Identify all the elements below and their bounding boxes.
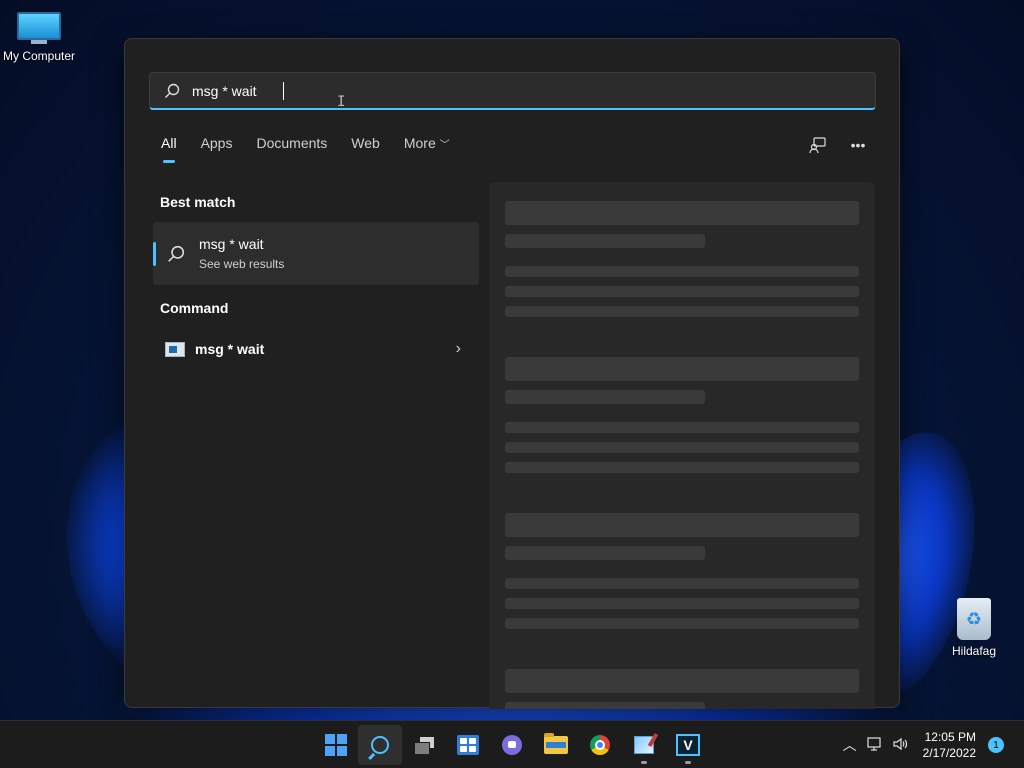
chevron-down-icon: ﹀ [439, 140, 450, 151]
file-explorer-icon [544, 733, 568, 754]
command-result[interactable]: msg * wait › [153, 331, 479, 367]
tab-label: Web [351, 135, 380, 151]
search-icon [167, 245, 187, 263]
tab-web[interactable]: Web [351, 135, 380, 163]
tab-documents[interactable]: Documents [256, 135, 327, 163]
system-tray: ︿ 12:05 PM 2/17/2022 1 [843, 721, 1024, 768]
chevron-up-icon: ︿ [842, 737, 857, 753]
chrome-button[interactable] [578, 725, 622, 765]
recycle-bin-icon [957, 598, 991, 640]
skeleton-block [505, 442, 859, 453]
search-icon [371, 736, 389, 754]
volume-button[interactable] [893, 737, 909, 754]
paint-button[interactable] [622, 725, 666, 765]
skeleton-block [505, 546, 705, 560]
command-heading: Command [160, 300, 229, 316]
widgets-button[interactable] [446, 725, 490, 765]
skeleton-block [505, 306, 859, 317]
chat-icon [502, 735, 522, 755]
notification-badge[interactable]: 1 [988, 737, 1004, 753]
skeleton-block [505, 513, 859, 537]
clock-time: 12:05 PM [924, 730, 976, 744]
chat-button[interactable] [490, 725, 534, 765]
clock-button[interactable]: 12:05 PM 2/17/2022 [923, 729, 976, 761]
task-view-icon [414, 737, 434, 755]
taskbar: V ︿ 12:05 PM 2/17/2022 1 [0, 720, 1024, 768]
taskbar-apps: V [314, 725, 710, 765]
search-panel: I All Apps Documents Web More﹀ ••• Best … [124, 38, 900, 709]
search-filter-tabs: All Apps Documents Web More ﹀ [161, 135, 474, 163]
skeleton-block [505, 702, 705, 709]
running-indicator [641, 761, 647, 764]
search-icon [165, 83, 180, 98]
skeleton-block [505, 357, 859, 381]
best-match-heading: Best match [160, 194, 236, 210]
paint-icon [634, 736, 654, 754]
skeleton-block [505, 669, 859, 693]
network-icon [867, 736, 881, 751]
show-hidden-icons-button[interactable]: ︿ [843, 735, 857, 755]
clock-date: 2/17/2022 [922, 746, 976, 760]
skeleton-block [505, 422, 859, 433]
search-box[interactable] [149, 72, 876, 110]
tab-label: Apps [200, 135, 233, 151]
skeleton-block [505, 578, 859, 589]
skeleton-block [505, 234, 705, 248]
tab-label: More [403, 135, 436, 151]
text-caret [283, 82, 284, 100]
tab-more[interactable]: More ﹀ [404, 135, 450, 163]
skeleton-block [505, 286, 859, 297]
desktop-icon-my-computer[interactable]: My Computer [0, 8, 84, 63]
desktop-icon-recycle-bin[interactable]: Hildafag [929, 596, 1019, 658]
chevron-right-icon: › [455, 340, 461, 357]
best-match-title: msg * wait [199, 236, 264, 252]
skeleton-block [505, 201, 859, 225]
volume-icon [893, 737, 907, 750]
result-preview-pane [489, 182, 875, 709]
skeleton-block [505, 598, 859, 609]
desktop-icon-label: Hildafag [951, 644, 997, 658]
v-app-icon: V [676, 734, 700, 756]
chrome-icon [590, 735, 610, 755]
taskbar-search-button[interactable] [358, 725, 402, 765]
more-options-button[interactable]: ••• [847, 135, 869, 155]
search-device-account-button[interactable] [807, 135, 829, 155]
command-window-icon [165, 341, 185, 357]
widgets-icon [457, 735, 479, 755]
v-app-button[interactable]: V [666, 725, 710, 765]
best-match-result[interactable]: msg * wait See web results [153, 222, 479, 285]
skeleton-block [505, 462, 859, 473]
ellipsis-icon: ••• [850, 137, 866, 153]
running-indicator [685, 761, 691, 764]
best-match-subtitle: See web results [199, 257, 285, 271]
desktop-icon-label: My Computer [2, 49, 76, 63]
skeleton-block [505, 390, 705, 404]
start-button[interactable] [314, 725, 358, 765]
command-title: msg * wait [195, 341, 265, 357]
skeleton-block [505, 618, 859, 629]
tab-label: Documents [256, 135, 328, 151]
top-actions: ••• [807, 135, 869, 155]
tab-label: All [161, 135, 177, 151]
tab-apps[interactable]: Apps [201, 135, 233, 163]
monitor-icon [17, 12, 61, 46]
tab-all[interactable]: All [161, 135, 177, 163]
mouse-ibeam-cursor-icon: I [337, 94, 346, 110]
network-button[interactable] [867, 736, 883, 754]
skeleton-block [505, 266, 859, 277]
start-icon [325, 734, 347, 756]
task-view-button[interactable] [402, 725, 446, 765]
account-devices-icon [809, 137, 826, 154]
file-explorer-button[interactable] [534, 725, 578, 765]
